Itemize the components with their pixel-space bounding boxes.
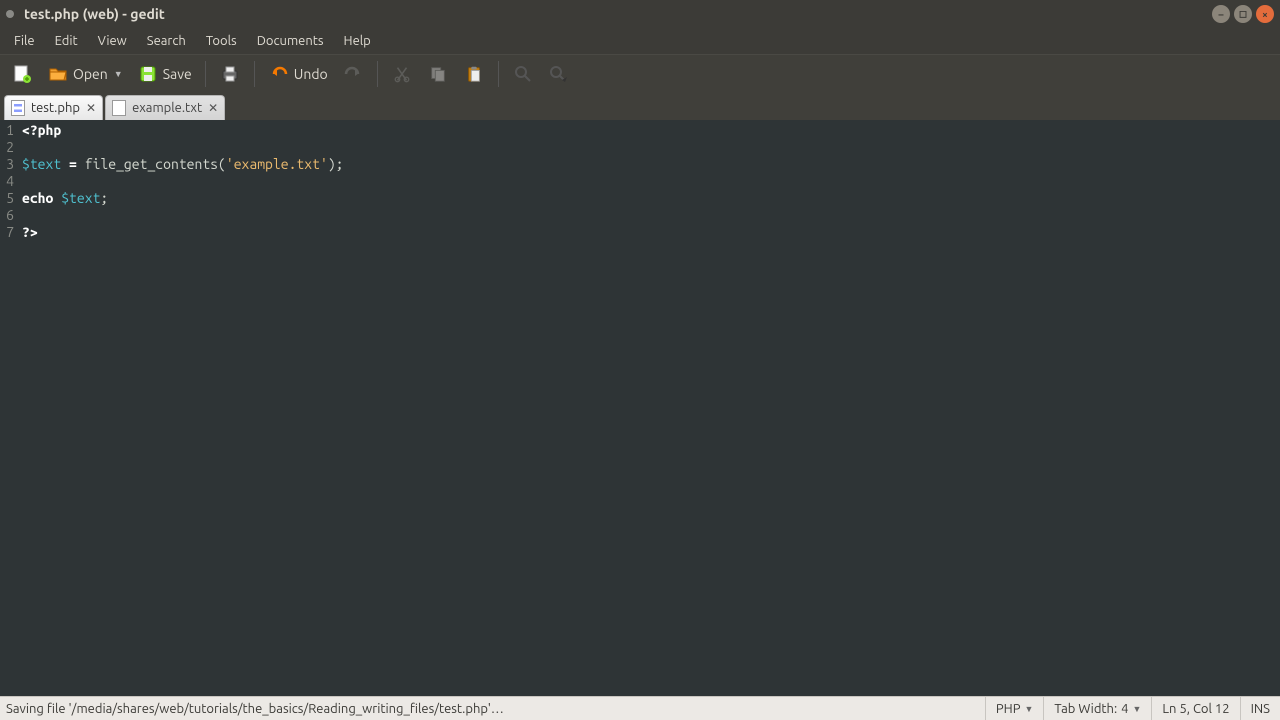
menu-file[interactable]: File: [4, 30, 45, 52]
toolbar-separator: [498, 61, 499, 87]
file-icon: [11, 100, 25, 116]
menu-edit[interactable]: Edit: [45, 30, 88, 52]
tab-close-icon[interactable]: ✕: [208, 101, 218, 115]
toolbar-separator: [205, 61, 206, 87]
paste-button[interactable]: [458, 60, 490, 88]
menu-tools[interactable]: Tools: [196, 30, 247, 52]
status-message: Saving file '/media/shares/web/tutorials…: [0, 702, 985, 716]
save-label: Save: [163, 66, 192, 82]
document-tab-bar: test.php ✕ example.txt ✕: [0, 92, 1280, 120]
minimize-button[interactable]: –: [1212, 5, 1230, 23]
line-number-gutter: 1234567: [0, 120, 18, 696]
open-label: Open: [73, 66, 108, 82]
window-controls: – ◻ ×: [1212, 5, 1274, 23]
dropdown-icon: ▼: [1133, 704, 1142, 714]
tab-width-selector[interactable]: Tab Width: 4 ▼: [1043, 697, 1151, 720]
redo-button: [337, 60, 369, 88]
find-replace-button[interactable]: [543, 60, 575, 88]
window-title-bar: test.php (web) - gedit – ◻ ×: [0, 0, 1280, 28]
code-editor[interactable]: 1234567 <?php $text = file_get_contents(…: [0, 120, 1280, 696]
find-replace-icon: [548, 63, 570, 85]
undo-button[interactable]: Undo: [263, 60, 333, 88]
toolbar: Open ▼ Save Undo: [0, 54, 1280, 92]
dropdown-icon: ▼: [1024, 704, 1033, 714]
menu-help[interactable]: Help: [334, 30, 381, 52]
paste-icon: [463, 63, 485, 85]
tab-test-php[interactable]: test.php ✕: [4, 95, 103, 120]
menu-documents[interactable]: Documents: [247, 30, 334, 52]
print-icon: [219, 63, 241, 85]
menu-search[interactable]: Search: [137, 30, 196, 52]
toolbar-separator: [254, 61, 255, 87]
folder-open-icon: [47, 63, 69, 85]
insert-mode[interactable]: INS: [1240, 697, 1280, 720]
code-content[interactable]: <?php $text = file_get_contents('example…: [18, 120, 343, 696]
copy-button: [422, 60, 454, 88]
status-bar: Saving file '/media/shares/web/tutorials…: [0, 696, 1280, 720]
new-document-icon: [11, 63, 33, 85]
tab-label: example.txt: [132, 101, 202, 115]
close-button[interactable]: ×: [1256, 5, 1274, 23]
tab-label: test.php: [31, 101, 80, 115]
menu-bar: File Edit View Search Tools Documents He…: [0, 28, 1280, 54]
toolbar-separator: [377, 61, 378, 87]
menu-view[interactable]: View: [88, 30, 137, 52]
save-button[interactable]: Save: [132, 60, 197, 88]
new-document-button[interactable]: [6, 60, 38, 88]
copy-icon: [427, 63, 449, 85]
open-button[interactable]: Open ▼: [42, 60, 128, 88]
print-button[interactable]: [214, 60, 246, 88]
cursor-position: Ln 5, Col 12: [1151, 697, 1239, 720]
cut-button: [386, 60, 418, 88]
undo-icon: [268, 63, 290, 85]
app-indicator-icon: [6, 10, 14, 18]
file-icon: [112, 100, 126, 116]
language-selector[interactable]: PHP ▼: [985, 697, 1044, 720]
undo-label: Undo: [294, 66, 328, 82]
open-dropdown-icon[interactable]: ▼: [114, 69, 123, 79]
search-icon: [512, 63, 534, 85]
cut-icon: [391, 63, 413, 85]
tab-example-txt[interactable]: example.txt ✕: [105, 95, 225, 120]
find-button[interactable]: [507, 60, 539, 88]
window-title: test.php (web) - gedit: [24, 6, 1212, 22]
redo-icon: [342, 63, 364, 85]
save-icon: [137, 63, 159, 85]
maximize-button[interactable]: ◻: [1234, 5, 1252, 23]
tab-close-icon[interactable]: ✕: [86, 101, 96, 115]
